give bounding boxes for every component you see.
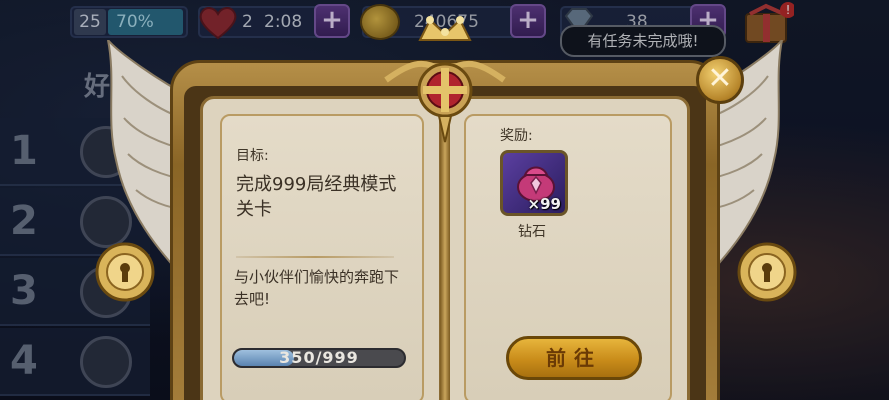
add-hearts-button[interactable]: +	[314, 4, 350, 38]
progress-text: 350/999	[279, 348, 359, 367]
divider	[236, 256, 394, 258]
task-progress-bar: 350/999	[232, 348, 406, 368]
reward-label: 奖励:	[500, 128, 533, 144]
level-percent: 70%	[108, 9, 183, 35]
reward-item[interactable]: ×99	[500, 150, 568, 216]
rank-number: 1	[10, 128, 38, 174]
level-number: 25	[74, 9, 106, 35]
goal-text: 完成999局经典模式关卡	[236, 174, 397, 220]
rank-number: 3	[10, 268, 38, 314]
avatar	[80, 336, 132, 388]
lock-icon	[95, 242, 155, 302]
go-button[interactable]: 前往	[506, 336, 642, 380]
rank-number: 4	[10, 338, 38, 384]
reward-quantity: ×99	[527, 195, 561, 213]
close-icon: ✕	[707, 61, 733, 96]
close-button[interactable]: ✕	[696, 56, 744, 104]
goal-label: 目标:	[236, 148, 269, 164]
add-coins-button[interactable]: +	[510, 4, 546, 38]
reward-name: 钻石	[518, 224, 546, 240]
level-indicator: 25 70%	[70, 6, 188, 38]
rank-row[interactable]: 4	[0, 328, 150, 396]
crown-crest-icon	[384, 16, 506, 143]
rank-number: 2	[10, 198, 38, 244]
hearts-count: 2	[242, 12, 253, 32]
heart-icon	[199, 7, 237, 40]
hearts-timer: 2:08	[264, 12, 303, 32]
lock-icon	[737, 242, 797, 302]
task-description: 与小伙伴们愉快的奔跑下去吧!	[234, 268, 400, 308]
svg-text:!: !	[786, 3, 791, 17]
